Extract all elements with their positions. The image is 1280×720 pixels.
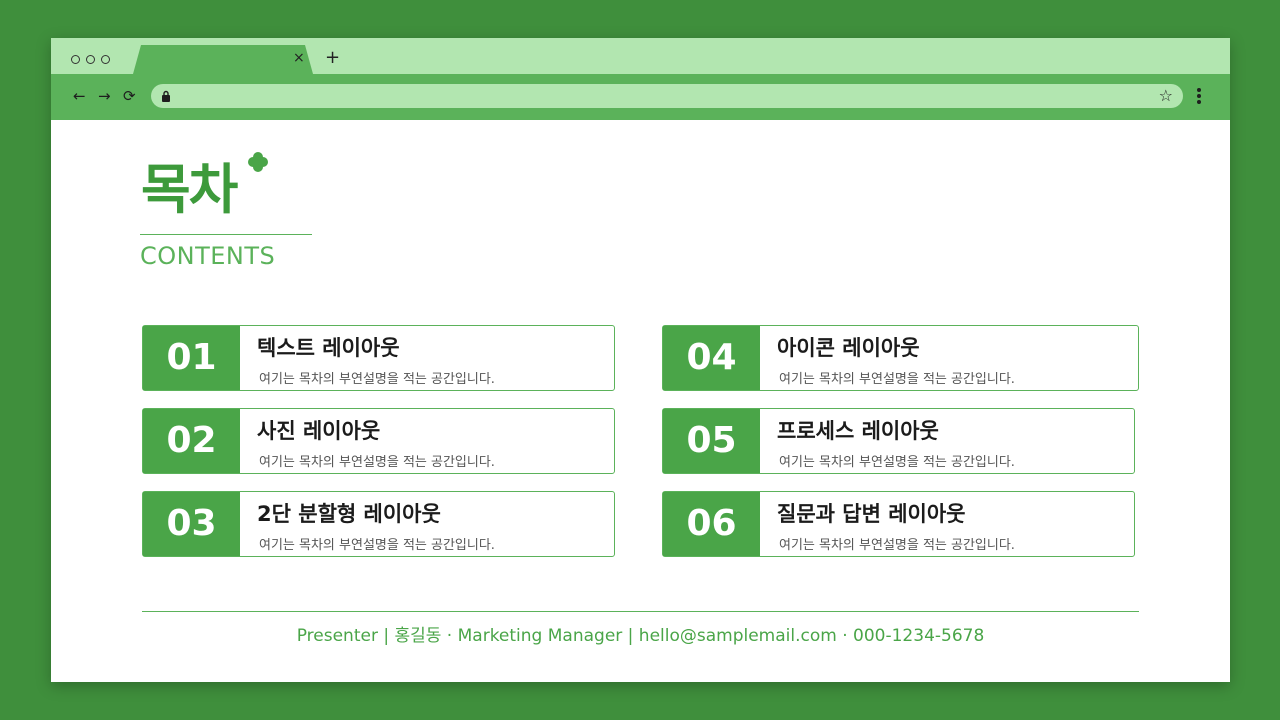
toc-item[interactable]: 05 프로세스 레이아웃 여기는 목차의 부연설명을 적는 공간입니다. [662,408,1135,474]
window-controls [71,55,110,64]
back-icon[interactable]: ← [73,88,86,104]
toc-number: 05 [663,409,760,473]
toc-description: 여기는 목차의 부연설명을 적는 공간입니다. [259,538,495,553]
toc-title: 사진 레이아웃 [257,419,381,443]
lock-icon [162,90,170,102]
title-divider [140,234,312,235]
toc-title: 프로세스 레이아웃 [777,419,939,443]
toc-description: 여기는 목차의 부연설명을 적는 공간입니다. [779,538,1015,553]
toc-number: 04 [663,326,760,390]
toc-description: 여기는 목차의 부연설명을 적는 공간입니다. [259,372,495,387]
browser-menu-icon[interactable] [1197,88,1201,104]
toc-title: 아이콘 레이아웃 [777,336,920,360]
toc-title: 질문과 답변 레이아웃 [777,502,966,526]
toc-title: 텍스트 레이아웃 [257,336,400,360]
toc-description: 여기는 목차의 부연설명을 적는 공간입니다. [779,372,1015,387]
toc-number: 03 [143,492,240,556]
toc-number: 01 [143,326,240,390]
tab-close-icon[interactable]: × [293,51,305,65]
new-tab-button[interactable]: + [325,49,340,67]
address-bar[interactable]: ☆ [151,84,1183,108]
page-title: 목차 [141,158,238,221]
toc-number: 02 [143,409,240,473]
close-window-button[interactable] [71,55,80,64]
forward-icon[interactable]: → [98,88,111,104]
presenter-footer: Presenter | 홍길동 · Marketing Manager | he… [296,626,985,646]
browser-window: × + ← → ⟳ ☆ 목차 CONTENTS 01 텍스트 레이아웃 여기는 … [51,38,1230,682]
tab-bar: × + [51,38,1230,74]
minimize-window-button[interactable] [86,55,95,64]
toc-description: 여기는 목차의 부연설명을 적는 공간입니다. [779,455,1015,470]
footer-divider [142,611,1139,612]
toc-item[interactable]: 02 사진 레이아웃 여기는 목차의 부연설명을 적는 공간입니다. [142,408,615,474]
toc-title: 2단 분할형 레이아웃 [257,502,441,526]
browser-toolbar: ← → ⟳ ☆ [51,74,1230,120]
active-tab[interactable] [133,45,313,74]
toc-description: 여기는 목차의 부연설명을 적는 공간입니다. [259,455,495,470]
toc-item[interactable]: 01 텍스트 레이아웃 여기는 목차의 부연설명을 적는 공간입니다. [142,325,615,391]
toc-item[interactable]: 04 아이콘 레이아웃 여기는 목차의 부연설명을 적는 공간입니다. [662,325,1139,391]
toc-item[interactable]: 03 2단 분할형 레이아웃 여기는 목차의 부연설명을 적는 공간입니다. [142,491,615,557]
toc-number: 06 [663,492,760,556]
reload-icon[interactable]: ⟳ [123,88,136,104]
page-subtitle: CONTENTS [140,242,276,270]
clover-icon [248,152,268,172]
maximize-window-button[interactable] [101,55,110,64]
bookmark-star-icon[interactable]: ☆ [1159,86,1173,105]
toc-item[interactable]: 06 질문과 답변 레이아웃 여기는 목차의 부연설명을 적는 공간입니다. [662,491,1135,557]
